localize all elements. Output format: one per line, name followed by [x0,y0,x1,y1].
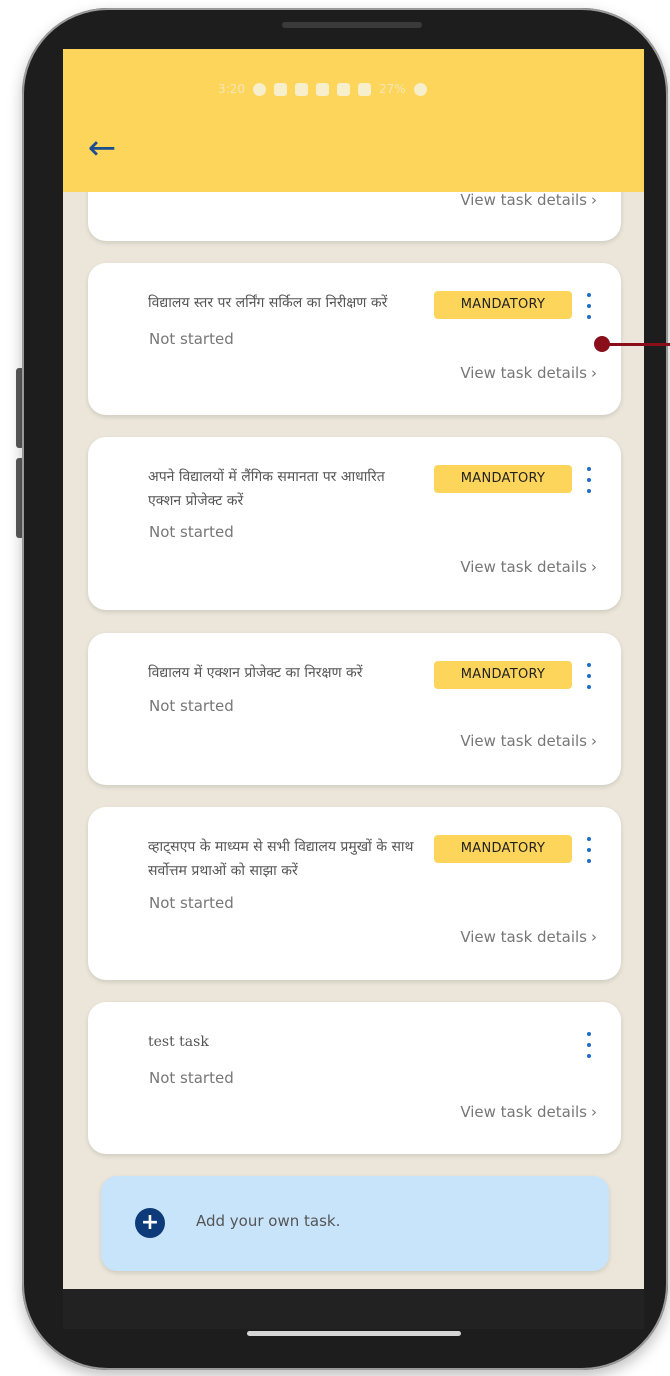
more-options-icon[interactable] [584,467,594,493]
status-time: 3:20 [218,82,245,96]
annotation-line [606,343,670,346]
view-task-details-link[interactable]: View task details › [460,928,597,946]
arrow-left-icon: ← [87,128,117,168]
battery-percent: 27% [378,82,406,96]
view-task-details-link[interactable]: View task details › [460,1103,597,1121]
task-card: व्हाट्सएप के माध्यम से सभी विद्यालय प्रम… [88,807,621,980]
task-title: अपने विद्यालयों में लैंगिक समानता पर आधा… [148,469,385,509]
view-task-details-label: View task details [460,558,587,576]
add-task-button[interactable]: + Add your own task. [101,1176,609,1271]
alarm-icon [273,82,287,96]
chevron-right-icon: › [591,364,597,382]
task-card: अपने विद्यालयों में लैंगिक समानता पर आधा… [88,437,621,610]
signal-icon [357,82,371,96]
task-title: विद्यालय स्तर पर लर्निंग सर्किल का निरीक… [148,295,388,311]
task-status: Not started [149,523,234,541]
view-task-details-label: View task details [460,732,587,750]
more-options-icon[interactable] [584,837,594,863]
more-options-icon[interactable] [584,663,594,689]
wifi-icon [336,82,350,96]
view-task-details-label: View task details [460,191,587,209]
status-bar: 3:20 27% [218,79,427,99]
view-task-details-link[interactable]: View task details › [460,364,597,382]
mandatory-badge: MANDATORY [434,661,572,689]
app-header: 3:20 27% ← [63,49,644,192]
task-status: Not started [149,330,234,348]
view-task-details-label: View task details [460,364,587,382]
task-status: Not started [149,894,234,912]
task-status: Not started [149,697,234,715]
navigation-bar [63,1289,644,1329]
task-title: व्हाट्सएप के माध्यम से सभी विद्यालय प्रम… [148,839,414,879]
view-task-details-link[interactable]: View task details › [460,191,597,209]
back-button[interactable]: ← [85,131,119,165]
mandatory-badge: MANDATORY [434,465,572,493]
task-card: विद्यालय में एक्शन प्रोजेक्ट का निरक्षण … [88,633,621,785]
chevron-right-icon: › [591,191,597,209]
plus-circle-icon: + [135,1208,165,1238]
task-title: test task [148,1034,209,1050]
task-card: विद्यालय स्तर पर लर्निंग सर्किल का निरीक… [88,263,621,415]
bug-icon [315,82,329,96]
home-indicator[interactable] [247,1331,461,1336]
more-options-icon[interactable] [584,1032,594,1058]
view-task-details-label: View task details [460,928,587,946]
gallery-icon [294,82,308,96]
more-options-icon[interactable] [584,293,594,319]
app-screen: 3:20 27% ← View task details › विद्यालय स… [63,49,644,1329]
chevron-right-icon: › [591,1103,597,1121]
task-title: विद्यालय में एक्शन प्रोजेक्ट का निरक्षण … [148,665,363,681]
mandatory-badge: MANDATORY [434,291,572,319]
view-task-details-link[interactable]: View task details › [460,558,597,576]
phone-speaker [282,22,422,28]
chevron-right-icon: › [591,558,597,576]
task-card: test task Not started View task details › [88,1002,621,1154]
view-task-details-label: View task details [460,1103,587,1121]
add-task-label: Add your own task. [196,1212,341,1230]
whatsapp-icon [252,82,266,96]
task-status: Not started [149,1069,234,1087]
view-task-details-link[interactable]: View task details › [460,732,597,750]
battery-icon [413,82,427,96]
chevron-right-icon: › [591,928,597,946]
chevron-right-icon: › [591,732,597,750]
mandatory-badge: MANDATORY [434,835,572,863]
